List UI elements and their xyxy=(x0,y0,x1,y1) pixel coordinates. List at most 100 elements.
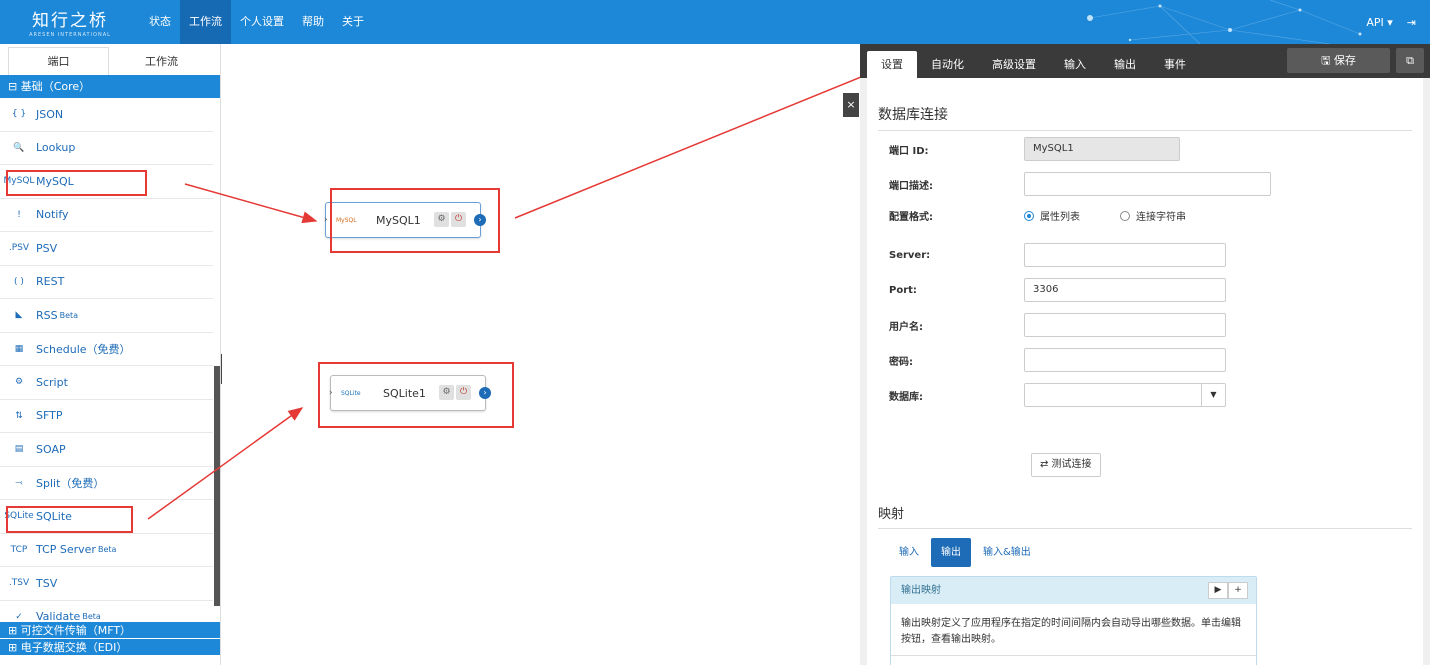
highlight-sqlite-item xyxy=(6,506,133,533)
settings-panel: 设置 自动化 高级设置 输入 输出 事件 🖫 保存 ⧉ 数据库连接 端口 ID:… xyxy=(860,44,1430,665)
password-input[interactable] xyxy=(1024,348,1226,372)
nav-help[interactable]: 帮助 xyxy=(293,0,333,44)
connector-item-psv[interactable]: .PSV PSV xyxy=(0,232,213,266)
group-mft-header[interactable]: ⊞ 可控文件传输（MFT） xyxy=(0,621,220,638)
radio-dot[interactable] xyxy=(1120,210,1130,221)
database-label: 数据库: xyxy=(889,391,923,403)
mapping-description: 输出映射定义了应用程序在指定的时间间隔内会自动导出哪些数据。单击编辑按钮，查看输… xyxy=(901,618,1241,645)
radio-property-list[interactable]: 属性列表 xyxy=(1024,208,1080,223)
config-format-label: 配置格式: xyxy=(889,212,933,223)
tab-ports[interactable]: 端口 xyxy=(8,47,109,75)
mapping-panel-title: 输出映射 xyxy=(901,585,941,596)
connector-label: Lookup xyxy=(36,141,76,155)
connector-panel: 端口 工作流 ⊟ 基础（Core） { } JSON 🔍 Lookup MySQL MyS… xyxy=(0,44,221,665)
map-tab-input[interactable]: 输入 xyxy=(889,538,929,567)
connector-item-validate[interactable]: ✓ Validate Beta xyxy=(0,601,213,621)
map-tab-input-output[interactable]: 输入&输出 xyxy=(973,538,1041,567)
chevron-down-icon[interactable]: ▼ xyxy=(1201,384,1225,406)
highlight-mysql-node xyxy=(330,188,500,253)
username-label: 用户名: xyxy=(889,321,923,333)
col-name: 名称 xyxy=(933,662,953,665)
connector-label: Validate xyxy=(36,610,81,621)
map-tab-output[interactable]: 输出 xyxy=(931,538,971,567)
tab-workflows[interactable]: 工作流 xyxy=(111,47,212,75)
server-label: Server: xyxy=(889,249,931,261)
connector-item-rss[interactable]: ◣ RSS Beta xyxy=(0,299,213,333)
nav-about[interactable]: 关于 xyxy=(333,0,373,44)
add-icon[interactable]: + xyxy=(1228,582,1248,599)
psv-icon: .PSV xyxy=(8,243,30,254)
section-db-connection: 数据库连接 xyxy=(878,78,1412,131)
tcp-icon: TCP xyxy=(10,544,28,555)
tab-output[interactable]: 输出 xyxy=(1100,51,1150,78)
radio-label: 连接字符串 xyxy=(1136,212,1186,223)
group-core-header[interactable]: ⊟ 基础（Core） xyxy=(0,75,220,98)
port-label: Port: xyxy=(889,284,917,296)
logout-icon[interactable]: ⇥ xyxy=(1407,16,1416,29)
connector-item-soap[interactable]: ▤ SOAP xyxy=(0,433,213,467)
connector-label: REST xyxy=(36,275,65,289)
nav-status[interactable]: 状态 xyxy=(140,0,180,44)
connector-label: JSON xyxy=(36,107,64,121)
app-logo[interactable]: 知行之桥 ARESEN INTERNATIONAL xyxy=(0,0,140,44)
connector-item-notify[interactable]: ! Notify xyxy=(0,199,213,232)
connector-label: Schedule（免费） xyxy=(36,342,131,356)
connector-label: PSV xyxy=(36,241,58,255)
connector-item-tsv[interactable]: .TSV TSV xyxy=(0,567,213,601)
api-menu[interactable]: API ▾ xyxy=(1366,16,1392,29)
username-input[interactable] xyxy=(1024,313,1226,337)
connector-item-lookup[interactable]: 🔍 Lookup xyxy=(0,132,213,165)
scrollbar-thumb[interactable] xyxy=(214,366,220,606)
highlight-mysql-item xyxy=(6,170,147,196)
connector-item-sftp[interactable]: ⇅ SFTP xyxy=(0,400,213,433)
group-edi-header[interactable]: ⊞ 电子数据交换（EDI） xyxy=(0,638,220,655)
nav-profile[interactable]: 个人设置 xyxy=(231,0,293,44)
connector-label: Script xyxy=(36,375,68,389)
port-id-field: MySQL1 xyxy=(1024,137,1180,161)
connector-item-script[interactable]: ⚙ Script xyxy=(0,366,213,400)
connector-item-rest[interactable]: ( ) REST xyxy=(0,266,213,299)
highlight-sqlite-node xyxy=(318,362,514,428)
external-link-icon[interactable]: ⧉ xyxy=(1396,48,1424,73)
port-input[interactable]: 3306 xyxy=(1024,278,1226,302)
play-icon[interactable]: ▶ xyxy=(1208,582,1228,599)
radio-dot[interactable] xyxy=(1024,210,1034,221)
json-icon: { } xyxy=(11,109,27,120)
mapping-table-header: # 名称 xyxy=(891,655,1256,665)
database-select[interactable]: ▼ xyxy=(1024,383,1226,407)
connector-item-schedule[interactable]: ▦ Schedule（免费） xyxy=(0,333,213,366)
tab-automation[interactable]: 自动化 xyxy=(917,51,978,78)
script-icon: ⚙ xyxy=(14,377,24,388)
connector-label: Split（免费） xyxy=(36,476,105,490)
save-button[interactable]: 🖫 保存 xyxy=(1287,48,1390,73)
connector-item-json[interactable]: { } JSON xyxy=(0,98,213,132)
connector-item-tcp-server[interactable]: TCP TCP Server Beta xyxy=(0,534,213,567)
section-mapping: 映射 xyxy=(878,503,1412,529)
port-desc-textarea[interactable] xyxy=(1024,172,1271,196)
connector-label: Notify xyxy=(36,208,69,222)
workflow-canvas[interactable]: › MySQL MySQL1 ⚙ ⏻ › › SQLite SQLite1 ⚙ … xyxy=(222,44,860,665)
logo-text: 知行之桥 xyxy=(32,11,108,31)
test-connection-button[interactable]: ⇄ 测试连接 xyxy=(1031,453,1101,477)
rss-icon: ◣ xyxy=(15,310,23,321)
top-navbar: 知行之桥 ARESEN INTERNATIONAL 状态 工作流 个人设置 帮助… xyxy=(0,0,1430,44)
sftp-icon: ⇅ xyxy=(15,410,23,421)
connector-label: SFTP xyxy=(36,409,63,423)
tsv-icon: .TSV xyxy=(8,578,30,589)
connector-item-split[interactable]: ⤙ Split（免费） xyxy=(0,467,213,500)
tab-settings[interactable]: 设置 xyxy=(867,51,917,78)
tab-input[interactable]: 输入 xyxy=(1050,51,1100,78)
lookup-icon: 🔍 xyxy=(13,142,25,153)
close-panel-button[interactable]: × xyxy=(843,93,859,117)
password-label: 密码: xyxy=(889,356,913,368)
split-icon: ⤙ xyxy=(15,477,23,488)
nav-workflow[interactable]: 工作流 xyxy=(180,0,231,44)
radio-connection-string[interactable]: 连接字符串 xyxy=(1120,208,1186,223)
tab-events[interactable]: 事件 xyxy=(1150,51,1200,78)
input-port-icon[interactable]: › xyxy=(324,215,328,225)
output-mapping-panel: 输出映射 ▶ + 输出映射定义了应用程序在指定的时间间隔内会自动导出哪些数据。单… xyxy=(890,576,1257,665)
server-input[interactable] xyxy=(1024,243,1226,267)
connector-label: SOAP xyxy=(36,442,66,456)
port-desc-label: 端口描述: xyxy=(889,180,933,192)
tab-advanced[interactable]: 高级设置 xyxy=(978,51,1050,78)
